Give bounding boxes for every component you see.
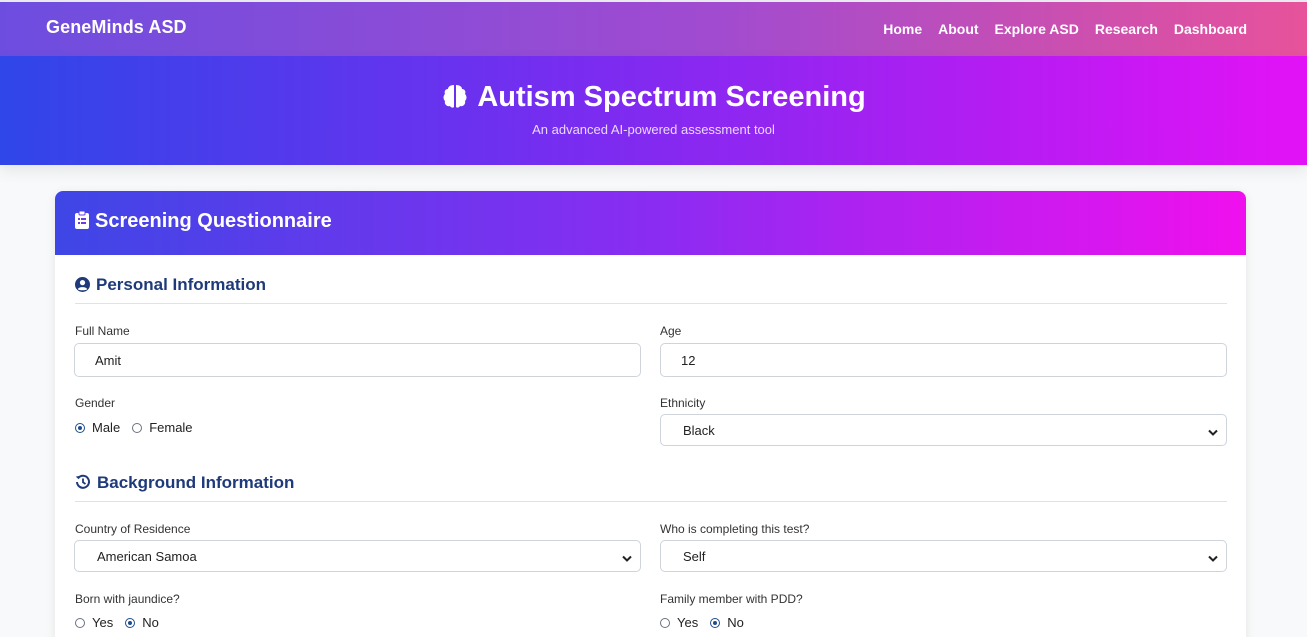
family-pdd-yes-label: Yes xyxy=(677,615,699,630)
gender-female-radio[interactable] xyxy=(132,422,143,433)
completer-select[interactable]: Self xyxy=(660,540,1227,572)
chevron-down-icon xyxy=(622,551,632,566)
hero-title-row: Autism Spectrum Screening xyxy=(0,81,1307,118)
family-pdd-no-radio[interactable] xyxy=(710,617,721,628)
nav-link-home[interactable]: Home xyxy=(883,21,922,37)
card-header: Screening Questionnaire xyxy=(55,191,1246,255)
chevron-down-icon xyxy=(1208,425,1218,440)
country-value: American Samoa xyxy=(97,549,197,564)
age-input[interactable]: 12 xyxy=(660,343,1227,377)
family-pdd-radio-group: Yes No xyxy=(660,615,756,630)
nav-link-explore-asd[interactable]: Explore ASD xyxy=(995,21,1079,37)
completer-label: Who is completing this test? xyxy=(660,522,810,536)
jaundice-radio-group: Yes No xyxy=(75,615,171,630)
gender-radio-group: Male Female xyxy=(75,420,205,435)
family-pdd-option-no[interactable]: No xyxy=(710,615,744,630)
jaundice-yes-label: Yes xyxy=(92,615,114,630)
questionnaire-card: Screening Questionnaire Personal Informa… xyxy=(55,191,1246,637)
country-label: Country of Residence xyxy=(75,522,191,536)
brain-icon xyxy=(441,82,469,118)
jaundice-option-yes[interactable]: Yes xyxy=(75,615,113,630)
hero-subtitle: An advanced AI-powered assessment tool xyxy=(532,122,775,137)
ethnicity-select[interactable]: Black xyxy=(660,414,1227,446)
ethnicity-label: Ethnicity xyxy=(660,396,706,410)
gender-option-female[interactable]: Female xyxy=(132,420,193,435)
brand-logo[interactable]: GeneMinds ASD xyxy=(46,17,187,38)
section-divider xyxy=(75,303,1227,304)
jaundice-label: Born with jaundice? xyxy=(75,592,180,606)
section-personal-title: Personal Information xyxy=(96,275,267,294)
family-pdd-no-label: No xyxy=(727,615,744,630)
section-background-title-row: Background Information xyxy=(75,473,294,495)
chevron-down-icon xyxy=(1208,551,1218,566)
family-pdd-option-yes[interactable]: Yes xyxy=(660,615,698,630)
nav-links: Home About Explore ASD Research Dashboar… xyxy=(883,21,1247,37)
hero-title: Autism Spectrum Screening xyxy=(477,81,866,113)
card-title: Screening Questionnaire xyxy=(95,210,332,232)
section-personal-title-row: Personal Information xyxy=(75,275,266,297)
section-background-title: Background Information xyxy=(97,473,295,492)
gender-label: Gender xyxy=(75,396,116,410)
full-name-label: Full Name xyxy=(75,324,130,338)
top-navbar: GeneMinds ASD Home About Explore ASD Res… xyxy=(0,0,1307,56)
jaundice-no-label: No xyxy=(142,615,159,630)
nav-link-about[interactable]: About xyxy=(938,21,978,37)
hero-banner: Autism Spectrum Screening An advanced AI… xyxy=(0,56,1307,165)
jaundice-option-no[interactable]: No xyxy=(125,615,159,630)
card-title-row: Screening Questionnaire xyxy=(75,210,332,235)
nav-link-dashboard[interactable]: Dashboard xyxy=(1174,21,1247,37)
family-pdd-label: Family member with PDD? xyxy=(660,592,803,606)
jaundice-no-radio[interactable] xyxy=(125,617,136,628)
full-name-input[interactable]: Amit xyxy=(74,343,641,377)
gender-female-label: Female xyxy=(149,420,193,435)
history-icon xyxy=(75,474,91,495)
age-label: Age xyxy=(660,324,682,338)
nav-link-research[interactable]: Research xyxy=(1095,21,1158,37)
user-circle-icon xyxy=(75,277,90,297)
clipboard-icon xyxy=(75,210,89,235)
gender-male-radio[interactable] xyxy=(75,422,85,433)
gender-male-label: Male xyxy=(92,420,121,435)
family-pdd-yes-radio[interactable] xyxy=(660,617,670,628)
gender-option-male[interactable]: Male xyxy=(75,420,120,435)
ethnicity-value: Black xyxy=(683,423,715,438)
completer-value: Self xyxy=(683,549,706,564)
jaundice-yes-radio[interactable] xyxy=(75,617,85,628)
section-divider xyxy=(75,501,1227,502)
country-select[interactable]: American Samoa xyxy=(74,540,641,572)
